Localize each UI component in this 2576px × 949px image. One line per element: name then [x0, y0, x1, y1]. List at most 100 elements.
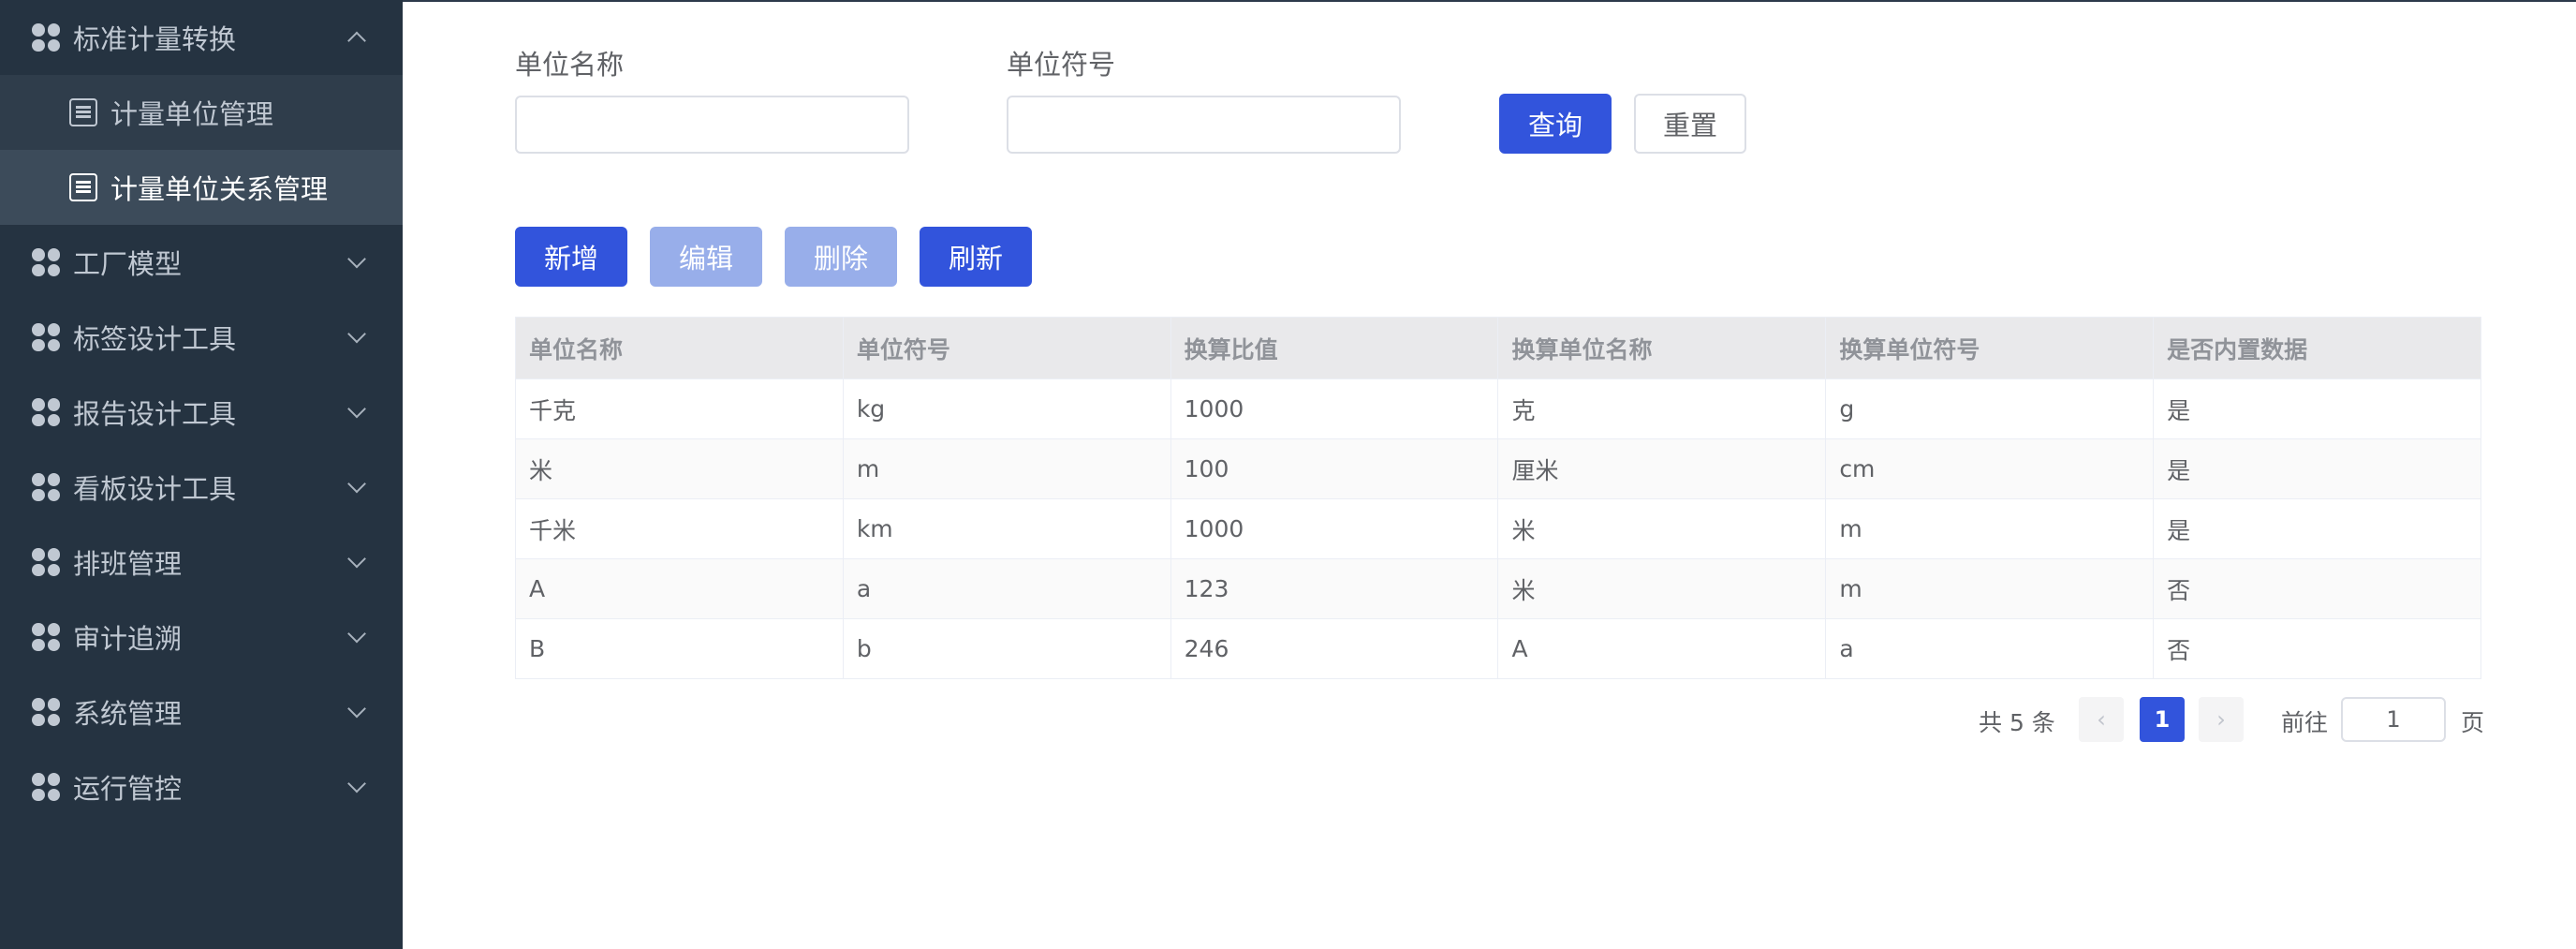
chevron-right-icon: › [2216, 706, 2226, 733]
sidebar: 标准计量转换 计量单位管理 计量单位关系管理 工厂模型 标签设计工具 报告设计工… [0, 0, 403, 949]
menu-group-label: 标准计量转换 [73, 23, 237, 55]
page-number-current[interactable]: 1 [2140, 697, 2185, 742]
table-cell: 是 [2153, 378, 2481, 439]
table-cell: 123 [1170, 558, 1499, 619]
menu-group-system-management[interactable]: 系统管理 [0, 675, 403, 749]
add-button[interactable]: 新增 [515, 227, 627, 287]
apps-grid-icon [32, 623, 60, 651]
apps-grid-icon [32, 323, 60, 351]
refresh-button[interactable]: 刷新 [920, 227, 1032, 287]
unit-symbol-input[interactable] [1007, 96, 1401, 154]
table-cell: 是 [2153, 438, 2481, 499]
menu-group-label: 报告设计工具 [73, 398, 237, 430]
column-header[interactable]: 换算比值 [1170, 317, 1499, 379]
chevron-down-icon [347, 549, 366, 569]
page-suffix: 页 [2461, 709, 2485, 736]
goto-page-input[interactable] [2341, 697, 2446, 742]
menu-item-label: 计量单位管理 [110, 98, 274, 130]
table-cell: 米 [1497, 558, 1827, 619]
table-cell: 千米 [515, 498, 844, 559]
menu-group-label-design-tool[interactable]: 标签设计工具 [0, 300, 403, 375]
table-cell: 米 [1497, 498, 1827, 559]
menu-group-factory-model[interactable]: 工厂模型 [0, 225, 403, 300]
column-header[interactable]: 单位名称 [515, 317, 844, 379]
chevron-down-icon [347, 249, 366, 269]
menu-group-dashboard-design-tool[interactable]: 看板设计工具 [0, 450, 403, 525]
table-cell: A [515, 558, 844, 619]
table-cell: a [1825, 618, 2155, 679]
column-header[interactable]: 换算单位符号 [1825, 317, 2155, 379]
table-row[interactable]: B b 246 A a 否 [515, 618, 2481, 679]
menu-group-label: 系统管理 [73, 698, 183, 730]
unit-name-label: 单位名称 [515, 49, 625, 81]
chevron-down-icon [347, 474, 366, 494]
table-cell: 克 [1497, 378, 1827, 439]
document-list-icon [69, 98, 97, 126]
menu-group-label: 审计追溯 [73, 623, 183, 655]
chevron-down-icon [347, 324, 366, 344]
table-cell: g [1825, 378, 2155, 439]
table-cell: 千克 [515, 378, 844, 439]
chevron-left-icon: ‹ [2097, 706, 2106, 733]
table-row[interactable]: 千克 kg 1000 克 g 是 [515, 378, 2481, 439]
chevron-down-icon [347, 399, 366, 419]
table-cell: 厘米 [1497, 438, 1827, 499]
reset-button[interactable]: 重置 [1634, 94, 1746, 154]
table-cell: m [842, 438, 1171, 499]
menu-group-standard-unit-conversion[interactable]: 标准计量转换 [0, 0, 403, 75]
table-cell: 米 [515, 438, 844, 499]
chevron-down-icon [347, 699, 366, 719]
prev-page-button[interactable]: ‹ [2079, 697, 2124, 742]
column-header[interactable]: 是否内置数据 [2153, 317, 2481, 379]
table-cell: 1000 [1170, 378, 1499, 439]
apps-grid-icon [32, 248, 60, 276]
menu-group-operation-control[interactable]: 运行管控 [0, 749, 403, 824]
table-header-row: 单位名称 单位符号 换算比值 换算单位名称 换算单位符号 是否内置数据 [515, 317, 2481, 379]
table-cell: 是 [2153, 498, 2481, 559]
unit-name-input[interactable] [515, 96, 909, 154]
goto-label: 前往 [2281, 709, 2329, 736]
menu-group-label: 看板设计工具 [73, 473, 237, 505]
table-cell: 246 [1170, 618, 1499, 679]
edit-button[interactable]: 编辑 [650, 227, 762, 287]
table-cell: a [842, 558, 1171, 619]
table-cell: m [1825, 498, 2155, 559]
column-header[interactable]: 换算单位名称 [1497, 317, 1827, 379]
menu-group-label: 运行管控 [73, 773, 183, 805]
pagination-total: 共 5 条 [1979, 709, 2055, 736]
table-cell: cm [1825, 438, 2155, 499]
chevron-down-icon [347, 774, 366, 793]
apps-grid-icon [32, 548, 60, 576]
table-cell: 100 [1170, 438, 1499, 499]
menu-group-report-design-tool[interactable]: 报告设计工具 [0, 375, 403, 450]
unit-symbol-label: 单位符号 [1007, 49, 1116, 81]
unit-relation-table: 单位名称 单位符号 换算比值 换算单位名称 换算单位符号 是否内置数据 千克 k… [515, 317, 2481, 679]
menu-group-label: 工厂模型 [73, 248, 183, 280]
query-button[interactable]: 查询 [1499, 94, 1612, 154]
menu-group-audit-trace[interactable]: 审计追溯 [0, 600, 403, 675]
table-cell: kg [842, 378, 1171, 439]
table-cell: m [1825, 558, 2155, 619]
table-row[interactable]: A a 123 米 m 否 [515, 558, 2481, 619]
table-row[interactable]: 米 m 100 厘米 cm 是 [515, 438, 2481, 499]
delete-button[interactable]: 删除 [785, 227, 897, 287]
apps-grid-icon [32, 473, 60, 501]
chevron-up-icon [347, 31, 366, 51]
apps-grid-icon [32, 23, 60, 52]
apps-grid-icon [32, 398, 60, 426]
table-cell: 1000 [1170, 498, 1499, 559]
menu-group-label: 标签设计工具 [73, 323, 237, 355]
chevron-down-icon [347, 624, 366, 644]
column-header[interactable]: 单位符号 [842, 317, 1171, 379]
menu-item-unit-relation-management[interactable]: 计量单位关系管理 [0, 150, 403, 225]
apps-grid-icon [32, 698, 60, 726]
apps-grid-icon [32, 773, 60, 801]
menu-item-unit-management[interactable]: 计量单位管理 [0, 75, 403, 150]
table-row[interactable]: 千米 km 1000 米 m 是 [515, 498, 2481, 559]
table-cell: 否 [2153, 618, 2481, 679]
next-page-button[interactable]: › [2199, 697, 2244, 742]
table-cell: km [842, 498, 1171, 559]
menu-group-shift-management[interactable]: 排班管理 [0, 525, 403, 600]
table-cell: B [515, 618, 844, 679]
menu-group-label: 排班管理 [73, 548, 183, 580]
